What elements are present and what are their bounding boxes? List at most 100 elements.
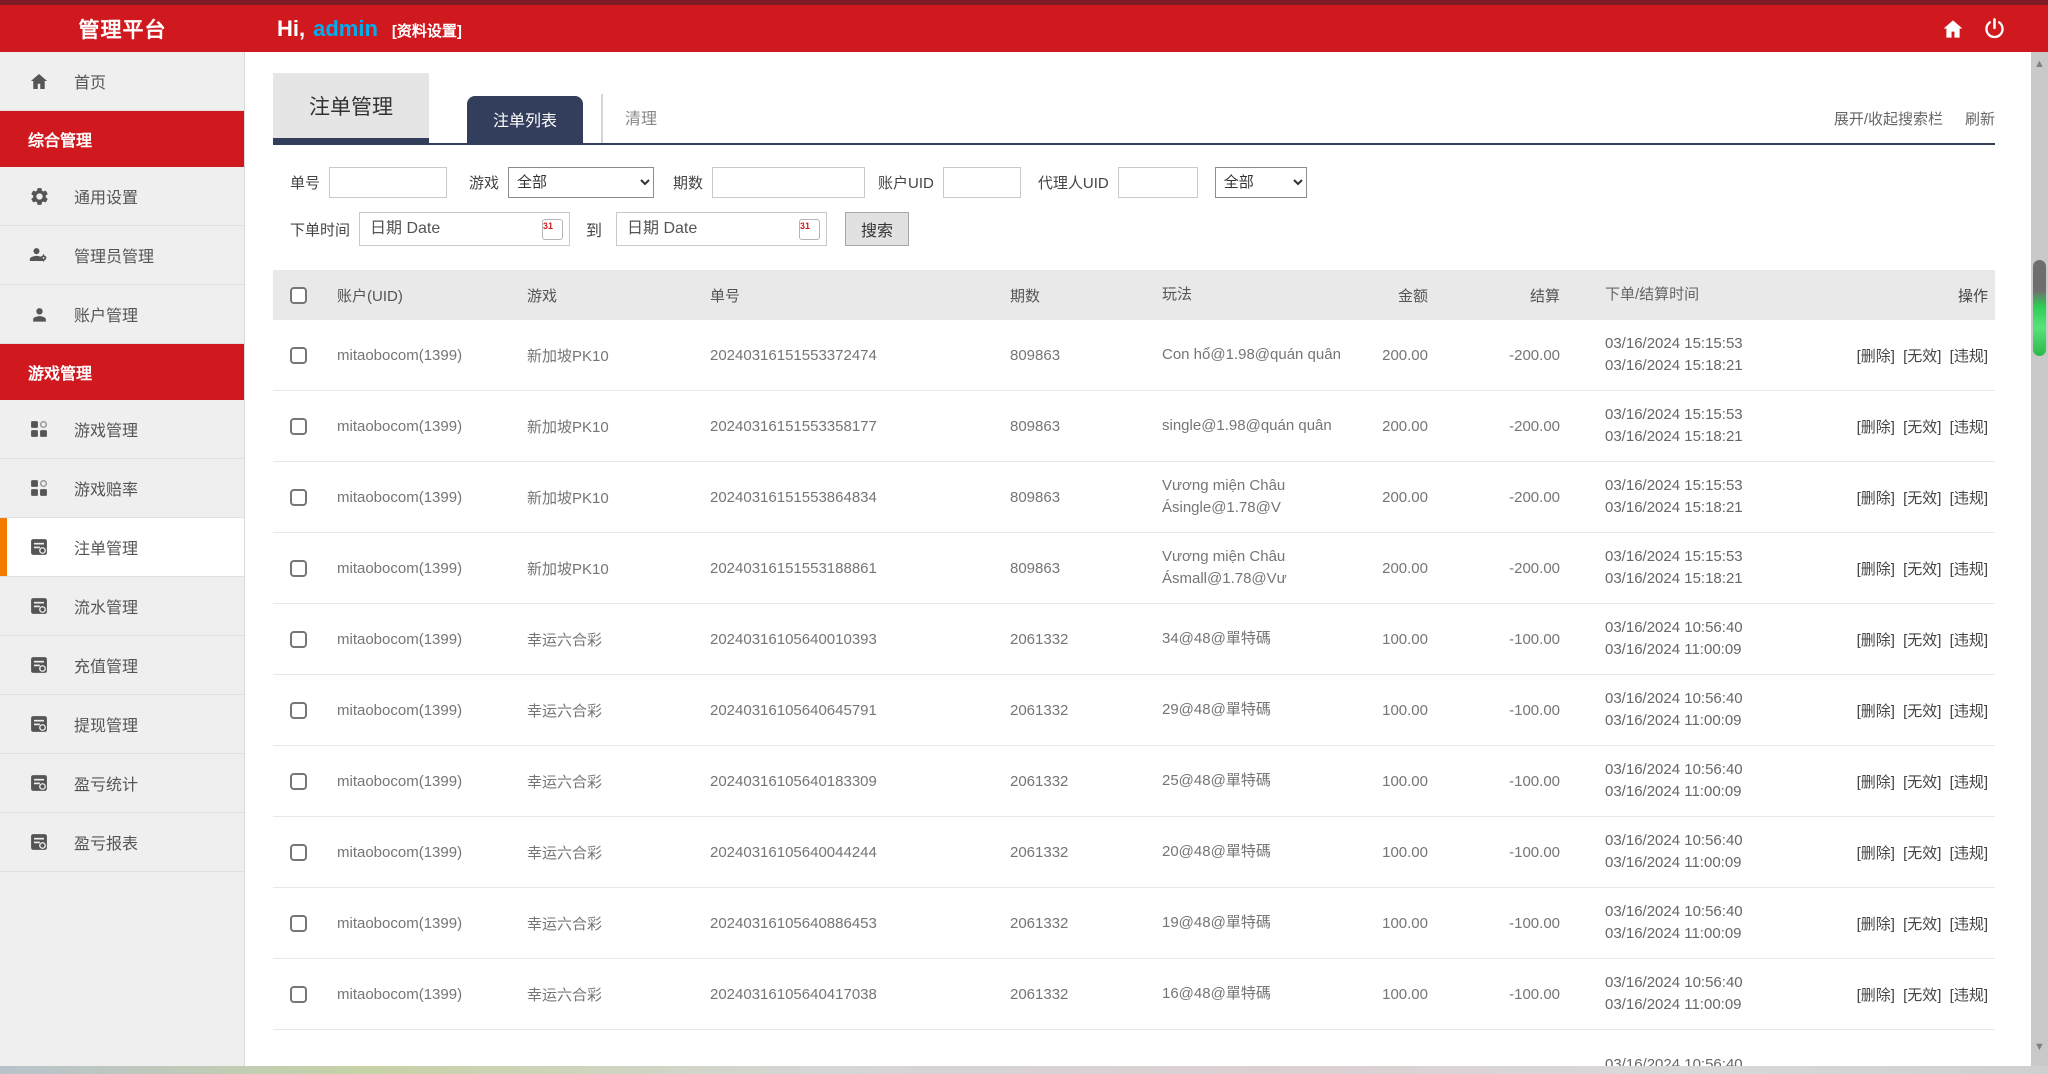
row-checkbox[interactable] (290, 702, 307, 719)
cell-account: mitaobocom(1399) (320, 489, 505, 506)
delete-link[interactable]: [删除] (1857, 490, 1895, 507)
invalid-link[interactable]: [无效] (1903, 916, 1941, 933)
tab-clean[interactable]: 清理 (601, 94, 679, 143)
invalid-link[interactable]: [无效] (1903, 561, 1941, 578)
search-button[interactable]: 搜索 (845, 212, 909, 246)
row-checkbox[interactable] (290, 773, 307, 790)
table-row: mitaobocom(1399) 幸运六合彩 20240316105640645… (273, 675, 1995, 746)
cell-account: mitaobocom(1399) (320, 347, 505, 364)
game-select[interactable]: 全部 (508, 167, 654, 198)
sidebar-item[interactable]: 首页 (0, 52, 244, 111)
row-checkbox[interactable] (290, 418, 307, 435)
cell-settle: -200.00 (1460, 489, 1570, 506)
delete-link[interactable]: [删除] (1857, 632, 1895, 649)
sidebar-item[interactable]: 游戏管理 (0, 400, 244, 459)
cell-time: 03/16/2024 10:56:40 03/16/2024 11:00:09 (1570, 759, 1785, 803)
calendar-icon[interactable]: 31 (542, 219, 563, 240)
delete-link[interactable]: [删除] (1857, 561, 1895, 578)
invalid-link[interactable]: [无效] (1903, 490, 1941, 507)
table-row: mitaobocom(1399) 幸运六合彩 20240316105640886… (273, 888, 1995, 959)
violation-link[interactable]: [违规] (1950, 703, 1988, 720)
sidebar-item[interactable]: 注单管理 (0, 518, 244, 577)
select-all-checkbox[interactable] (290, 287, 307, 304)
delete-link[interactable]: [删除] (1857, 348, 1895, 365)
cell-play: Vương miện Châu Ásingle@1.78@V (1140, 475, 1360, 519)
status-select[interactable]: 全部 (1215, 167, 1307, 198)
to-label: 到 (586, 217, 602, 241)
refresh-link[interactable]: 刷新 (1965, 108, 1995, 129)
sidebar-item[interactable]: 游戏赔率 (0, 459, 244, 518)
violation-link[interactable]: [违规] (1950, 987, 1988, 1004)
scroll-down-arrow[interactable]: ▼ (2031, 1039, 2048, 1056)
table-row: mitaobocom(1399) 幸运六合彩 20240316105640417… (273, 959, 1995, 1030)
sidebar-item[interactable]: 盈亏统计 (0, 754, 244, 813)
violation-link[interactable]: [违规] (1950, 774, 1988, 791)
delete-link[interactable]: [删除] (1857, 916, 1895, 933)
cell-settle: -100.00 (1460, 702, 1570, 719)
orders-table: 账户(UID)游戏单号期数玩法金额结算下单/结算时间操作 mitaobocom(… (273, 270, 1995, 1074)
invalid-link[interactable]: [无效] (1903, 987, 1941, 1004)
row-checkbox[interactable] (290, 986, 307, 1003)
sidebar-item[interactable]: 管理员管理 (0, 226, 244, 285)
delete-link[interactable]: [删除] (1857, 419, 1895, 436)
invalid-link[interactable]: [无效] (1903, 774, 1941, 791)
vertical-scrollbar[interactable]: ▲ ▼ (2031, 52, 2048, 1066)
sidebar-item[interactable]: 账户管理 (0, 285, 244, 344)
row-checkbox[interactable] (290, 347, 307, 364)
greeting-prefix: Hi, (277, 16, 305, 42)
delete-link[interactable]: [删除] (1857, 774, 1895, 791)
column-header: 账户(UID) (320, 285, 505, 306)
column-header: 玩法 (1140, 284, 1360, 306)
delete-link[interactable]: [删除] (1857, 845, 1895, 862)
violation-link[interactable]: [违规] (1950, 632, 1988, 649)
cell-amount: 100.00 (1360, 844, 1460, 861)
delete-link[interactable]: [删除] (1857, 703, 1895, 720)
calendar-icon[interactable]: 31 (799, 219, 820, 240)
delete-link[interactable]: [删除] (1857, 987, 1895, 1004)
invalid-link[interactable]: [无效] (1903, 348, 1941, 365)
scrollbar-thumb[interactable] (2033, 260, 2046, 356)
toggle-search-link[interactable]: 展开/收起搜索栏 (1834, 108, 1943, 129)
sidebar-item[interactable]: 流水管理 (0, 577, 244, 636)
profile-settings-link[interactable]: [资料设置] (392, 20, 462, 41)
period-input[interactable] (712, 167, 865, 198)
invalid-link[interactable]: [无效] (1903, 703, 1941, 720)
violation-link[interactable]: [违规] (1950, 845, 1988, 862)
home-icon[interactable] (1941, 18, 1965, 40)
scroll-up-arrow[interactable]: ▲ (2031, 56, 2048, 73)
cell-time: 03/16/2024 15:15:53 03/16/2024 15:18:21 (1570, 475, 1785, 519)
invalid-link[interactable]: [无效] (1903, 419, 1941, 436)
sidebar-item-label: 账户管理 (74, 302, 138, 326)
power-icon[interactable] (1983, 17, 2006, 40)
cell-time: 03/16/2024 10:56:40 03/16/2024 11:00:09 (1570, 830, 1785, 874)
sidebar-item[interactable]: 盈亏报表 (0, 813, 244, 872)
cell-actions: [删除] [无效] [违规] (1785, 984, 1995, 1005)
invalid-link[interactable]: [无效] (1903, 845, 1941, 862)
row-checkbox[interactable] (290, 844, 307, 861)
agent-uid-input[interactable] (1118, 167, 1198, 198)
violation-link[interactable]: [违规] (1950, 916, 1988, 933)
sidebar-item[interactable]: 提现管理 (0, 695, 244, 754)
date-from-input[interactable] (360, 220, 520, 238)
sidebar-item[interactable]: 通用设置 (0, 167, 244, 226)
violation-link[interactable]: [违规] (1950, 490, 1988, 507)
row-checkbox[interactable] (290, 560, 307, 577)
horizontal-scrollbar[interactable] (0, 1066, 2048, 1074)
violation-link[interactable]: [违规] (1950, 419, 1988, 436)
row-checkbox[interactable] (290, 631, 307, 648)
tab-order-list[interactable]: 注单列表 (467, 96, 583, 143)
row-checkbox[interactable] (290, 915, 307, 932)
cell-period: 2061332 (980, 702, 1140, 719)
row-checkbox[interactable] (290, 489, 307, 506)
account-uid-input[interactable] (943, 167, 1021, 198)
sidebar-item[interactable]: 充值管理 (0, 636, 244, 695)
violation-link[interactable]: [违规] (1950, 561, 1988, 578)
date-to-input[interactable] (617, 220, 777, 238)
violation-link[interactable]: [违规] (1950, 348, 1988, 365)
user-icon (28, 303, 50, 325)
sidebar-item-label: 提现管理 (74, 712, 138, 736)
invalid-link[interactable]: [无效] (1903, 632, 1941, 649)
cell-play: 20@48@單特碼 (1140, 841, 1360, 863)
order-no-input[interactable] (329, 167, 447, 198)
date-to-field: 31 (616, 212, 827, 246)
